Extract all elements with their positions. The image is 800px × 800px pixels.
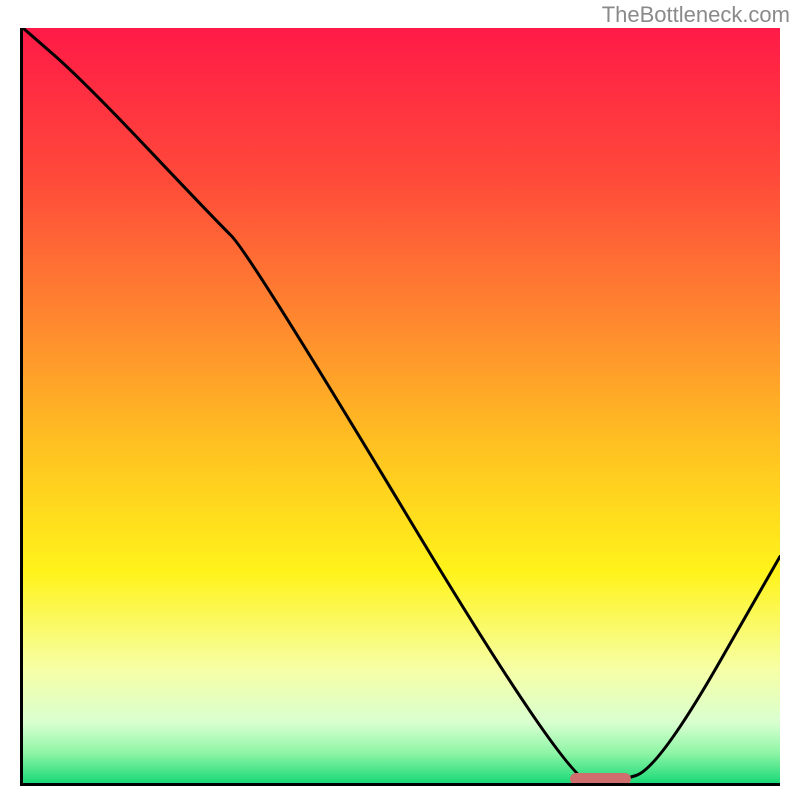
bottleneck-chart: TheBottleneck.com bbox=[0, 0, 800, 800]
bottleneck-curve bbox=[23, 28, 780, 783]
optimal-range-marker bbox=[570, 773, 631, 785]
watermark-label: TheBottleneck.com bbox=[602, 2, 790, 28]
plot-area bbox=[20, 28, 780, 786]
